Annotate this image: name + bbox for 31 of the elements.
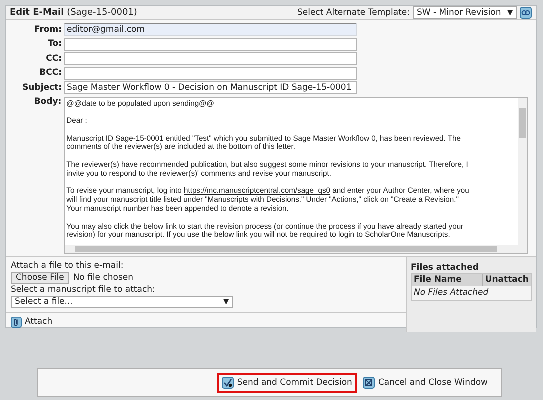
file-status: No file chosen	[73, 272, 134, 282]
field-label: From:	[33, 24, 63, 34]
vertical-scrollbar[interactable]	[518, 98, 527, 244]
go-icon[interactable]	[520, 6, 532, 18]
checkmark-icon	[222, 376, 234, 388]
attach-label: Attach a file to this e-mail:	[11, 260, 125, 270]
action-button[interactable]: Cancel and Close Window	[358, 372, 493, 392]
field-label: CC:	[45, 54, 63, 64]
attach-button[interactable]: Attach	[11, 316, 53, 328]
files-attached-title: Files attached	[411, 262, 480, 272]
field-label: BCC:	[38, 68, 63, 78]
input-field[interactable]: editor@gmail.com	[64, 23, 357, 36]
window-title: Edit E-Mail (Sage-15-0001)	[10, 8, 138, 18]
column-header: Unattach	[482, 274, 531, 286]
field-label: Subject:	[22, 82, 63, 92]
horizontal-scrollbar[interactable]	[64, 244, 527, 252]
select-label: Select a manuscript file to attach:	[11, 284, 156, 294]
close-icon	[363, 376, 376, 388]
input-field[interactable]: Sage Master Workflow 0 - Decision on Manuscript ID Sage-15-0001	[64, 81, 357, 94]
paperclip-icon	[11, 316, 22, 328]
template-label: Select Alternate Template:	[297, 8, 410, 18]
field-label: Body:	[33, 96, 63, 106]
body-text-area[interactable]	[64, 96, 528, 254]
field-label: To:	[47, 39, 63, 49]
action-button[interactable]: Send and Commit Decision	[217, 372, 358, 392]
column-header: File Name	[413, 274, 463, 286]
input-field[interactable]	[64, 52, 357, 65]
empty-message: No Files Attached	[413, 286, 490, 300]
input-field[interactable]	[64, 66, 357, 80]
choose-file-button[interactable]: Choose File	[11, 272, 70, 284]
input-field[interactable]	[64, 38, 357, 50]
